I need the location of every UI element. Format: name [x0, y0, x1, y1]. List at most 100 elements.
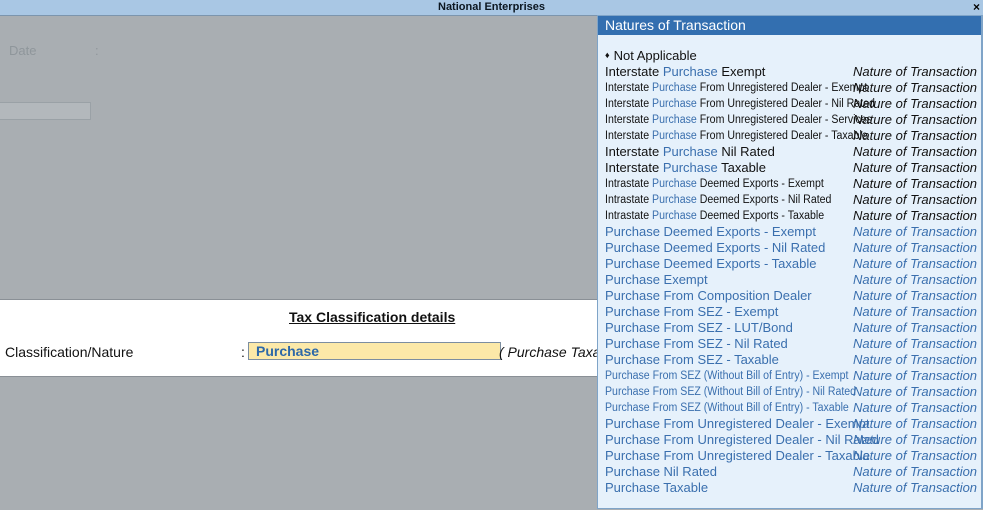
bullet-icon: ♦: [605, 50, 610, 60]
list-item-text-part: Deemed Exports - Nil Rated: [696, 194, 832, 206]
list-item-nature: Nature of Transaction: [853, 272, 978, 287]
list-item[interactable]: Intrastate Purchase Deemed Exports - Exe…: [605, 176, 977, 192]
list-item-text-part: Purchase Exempt: [605, 272, 708, 287]
list-item-text-part: Purchase From SEZ - LUT/Bond: [605, 320, 793, 335]
list-item-nature: Nature of Transaction: [853, 400, 978, 415]
list-item-text-part: Purchase: [652, 178, 697, 190]
list-item[interactable]: Interstate Purchase From Unregistered De…: [605, 80, 978, 96]
list-item-text-part: Interstate: [605, 144, 663, 159]
list-item-label: Interstate Purchase From Unregistered De…: [605, 80, 867, 96]
list-item[interactable]: Purchase From Composition Dealer Nature o…: [605, 288, 977, 304]
list-item-text-part: Purchase: [652, 114, 697, 126]
list-item-nature: Nature of Transaction: [853, 256, 978, 271]
list-item-label: Purchase From SEZ (Without Bill of Entry…: [605, 400, 849, 416]
list-item[interactable]: ♦ Not Applicable: [605, 48, 975, 64]
list-item-label: Purchase From SEZ - Taxable: [605, 352, 779, 368]
list-item-nature: Nature of Transaction: [853, 80, 978, 95]
list-item-nature: Nature of Transaction: [853, 240, 978, 255]
list-item-label: Purchase From SEZ - Nil Rated: [605, 336, 788, 352]
list-item[interactable]: Purchase From SEZ (Without Bill of Entry…: [605, 368, 977, 384]
list-item-text-part: Interstate: [605, 160, 663, 175]
list-item[interactable]: Interstate Purchase From Unregistered De…: [605, 96, 977, 112]
list-item[interactable]: Purchase From SEZ - Taxable Nature of Tra…: [605, 352, 977, 368]
list-item-text-part: Purchase From SEZ (Without Bill of Entry…: [605, 370, 849, 382]
list-item-text-part: Deemed Exports - Exempt: [696, 178, 824, 190]
list-item-nature: Nature of Transaction: [853, 128, 978, 143]
close-icon[interactable]: ×: [973, 0, 980, 14]
list-item[interactable]: Purchase From SEZ (Without Bill of Entry…: [605, 400, 978, 416]
list-item-text-part: Purchase Deemed Exports - Taxable: [605, 256, 817, 271]
list-item-text-part: Intrastate: [605, 210, 653, 222]
list-item-text-part: Purchase From Unregistered Dealer - Taxa…: [605, 448, 870, 463]
list-item-label: Purchase Deemed Exports - Exempt: [605, 224, 816, 240]
list-item-text-part: Nil Rated: [717, 144, 775, 159]
list-item-text-part: Purchase: [652, 210, 697, 222]
list-item-text-part: Purchase: [652, 130, 697, 142]
list-item-nature: Nature of Transaction: [853, 224, 978, 239]
list-item-text-part: Interstate: [605, 82, 653, 94]
list-item[interactable]: Interstate Purchase Nil Rated Nature of T…: [605, 144, 978, 160]
list-item-nature: Nature of Transaction: [853, 192, 978, 207]
list-item-label: Interstate Purchase From Unregistered De…: [605, 128, 868, 144]
list-item-nature: Nature of Transaction: [853, 416, 978, 431]
list-item[interactable]: Purchase Exempt Nature of Transaction: [605, 272, 978, 288]
list-item[interactable]: Purchase From Unregistered Dealer - Taxa…: [605, 448, 977, 464]
list-item-text-part: From Unregistered Dealer - Exempt: [696, 82, 868, 94]
list-item-label: Purchase Nil Rated: [605, 464, 717, 480]
list-item[interactable]: Purchase From SEZ - LUT/Bond Nature of Tr…: [605, 320, 977, 336]
list-item[interactable]: Purchase Taxable Nature of Transaction: [605, 480, 978, 496]
list-item-text-part: Purchase Deemed Exports - Nil Rated: [605, 240, 826, 255]
list-item-text-part: From Unregistered Dealer - Nil Rated: [696, 98, 875, 110]
list-item[interactable]: Purchase From Unregistered Dealer - Exem…: [605, 416, 978, 432]
list-item-text-part: Exempt: [717, 64, 766, 79]
list-item-text-part: Interstate: [605, 64, 663, 79]
list-item[interactable]: Purchase Deemed Exports - Exempt Nature o…: [605, 224, 978, 240]
list-item-text-part: Purchase From SEZ - Nil Rated: [605, 336, 788, 351]
list-item[interactable]: Interstate Purchase From Unregistered De…: [605, 112, 977, 128]
list-item-text-part: Intrastate: [605, 194, 653, 206]
list-item[interactable]: Purchase From Unregistered Dealer - Nil …: [605, 432, 977, 448]
list-item-nature: Nature of Transaction: [853, 208, 978, 223]
list-item[interactable]: Intrastate Purchase Deemed Exports - Tax…: [605, 208, 978, 224]
list-item-text-part: Intrastate: [605, 178, 653, 190]
list-item-text-part: Purchase: [662, 64, 718, 79]
classification-nature-label: Classification/Nature: [5, 344, 134, 360]
list-item[interactable]: Interstate Purchase Taxable Nature of Tra…: [605, 160, 977, 176]
list-item-text-part: Purchase: [652, 82, 697, 94]
list-item-text-part: Purchase Taxable: [605, 480, 709, 495]
list-item[interactable]: Intrastate Purchase Deemed Exports - Nil…: [605, 192, 978, 208]
list-item-label: Purchase From Composition Dealer: [605, 288, 812, 304]
list-item-nature: Nature of Transaction: [853, 304, 978, 319]
classification-nature-input[interactable]: Purchase: [248, 342, 501, 360]
list-item-text-part: Purchase From Unregistered Dealer - Nil …: [605, 432, 879, 447]
date-colon: :: [95, 43, 99, 58]
list-item[interactable]: Purchase From SEZ - Nil Rated Nature of T…: [605, 336, 977, 352]
list-item-text-part: Purchase: [652, 194, 697, 206]
list-item-text-part: Purchase: [662, 144, 718, 159]
list-item-text-part: Purchase: [652, 98, 697, 110]
field-colon: :: [241, 344, 245, 360]
list-item[interactable]: Purchase From SEZ - Exempt Nature of Tran…: [605, 304, 978, 320]
list-item-label: Interstate Purchase From Unregistered De…: [605, 96, 875, 112]
list-item-label: Purchase Deemed Exports - Taxable: [605, 256, 816, 272]
list-item-label: Interstate Purchase Nil Rated: [605, 144, 775, 160]
window-title: National Enterprises: [438, 1, 545, 13]
list-item[interactable]: Interstate Purchase Exempt Nature of Tran…: [605, 64, 977, 80]
list-item-label: Purchase From SEZ (Without Bill of Entry…: [605, 368, 848, 384]
list-item[interactable]: Purchase Deemed Exports - Nil Rated Natur…: [605, 240, 978, 256]
list-item-label: Purchase From Unregistered Dealer - Exem…: [605, 416, 869, 432]
list-item-text-part: From Unregistered Dealer - Taxable: [696, 130, 868, 142]
list-item-nature: Nature of Transaction: [853, 464, 978, 479]
list-item[interactable]: Purchase From SEZ (Without Bill of Entry…: [605, 384, 977, 400]
list-item-text-part: Taxable: [717, 160, 766, 175]
list-item-label: Interstate Purchase Exempt: [605, 64, 765, 80]
list-item-label: Purchase From SEZ (Without Bill of Entry…: [605, 384, 856, 400]
list-item[interactable]: Interstate Purchase From Unregistered De…: [605, 128, 978, 144]
list-item-nature: Nature of Transaction: [853, 480, 978, 495]
list-item-text-part: From Unregistered Dealer - Services: [696, 114, 872, 126]
list-item-nature: Nature of Transaction: [853, 144, 978, 159]
list-item-label: Interstate Purchase Taxable: [605, 160, 766, 176]
list-item[interactable]: Purchase Deemed Exports - Taxable Nature …: [605, 256, 978, 272]
list-item[interactable]: Purchase Nil Rated Nature of Transaction: [605, 464, 978, 480]
list-item-label: ♦ Not Applicable: [605, 48, 697, 65]
